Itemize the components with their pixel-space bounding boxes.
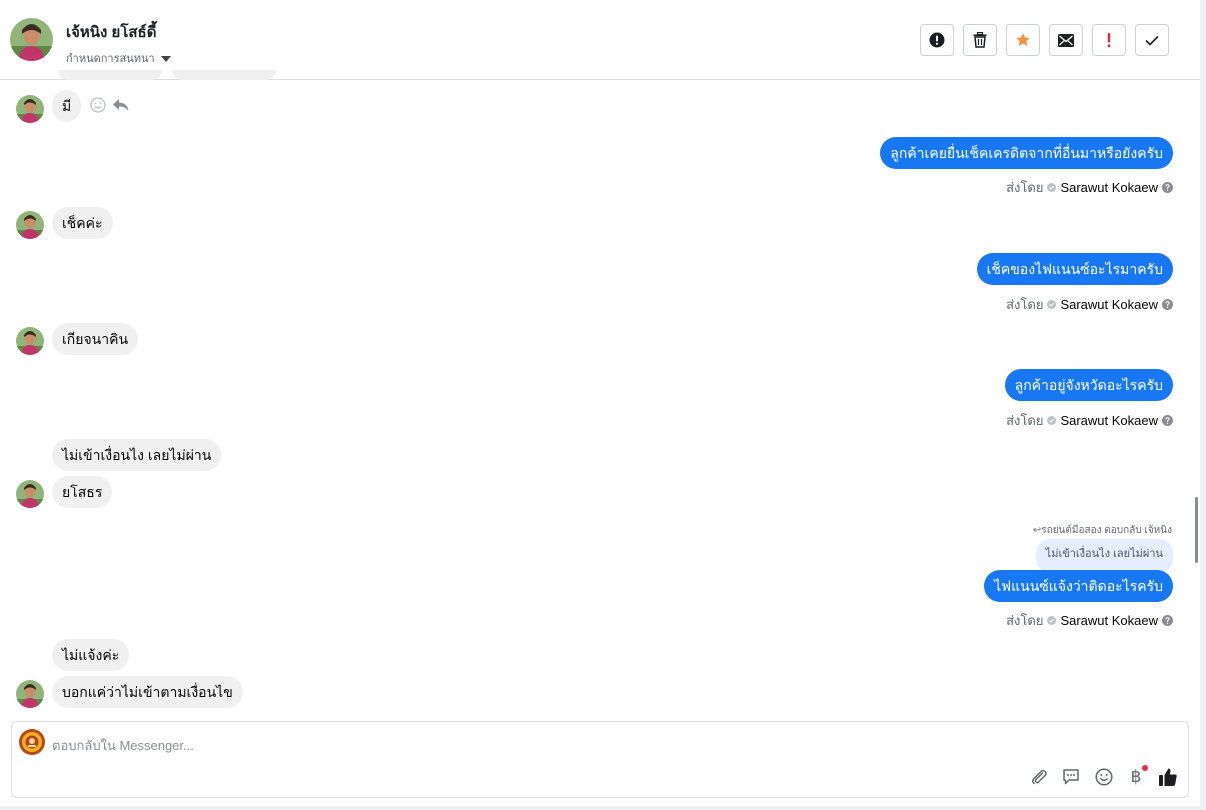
message-bubble-in[interactable]: เกียจนาคิน bbox=[52, 323, 139, 355]
agent-name[interactable]: Sarawut Kokaew bbox=[1060, 613, 1158, 628]
attach-button[interactable] bbox=[1027, 765, 1051, 789]
reply-caption: ↩รถยนต์มือสอง ตอบกลับ เจ้หนิง bbox=[1032, 525, 1172, 536]
message-bubble-out[interactable]: เช็คของไฟแนนซ์อะไรมาครับ bbox=[976, 253, 1173, 285]
star-button[interactable] bbox=[1006, 24, 1040, 56]
baht-icon: ฿ bbox=[1130, 767, 1142, 786]
sent-by-label: ส่งโดย bbox=[1006, 297, 1044, 312]
thumbs-up-icon bbox=[1159, 768, 1177, 786]
agent-name[interactable]: Sarawut Kokaew bbox=[1060, 413, 1158, 428]
verified-icon bbox=[1047, 183, 1057, 192]
sent-by-label: ส่งโดย bbox=[1006, 413, 1044, 428]
message-bubble-in[interactable]: ไม่แจ้งค่ะ bbox=[52, 639, 130, 671]
bottom-frame bbox=[0, 806, 1206, 810]
message-bubble-out[interactable]: ลูกค้าเคยยื่นเช็คเครดิตจากที่อื่นมาหรือย… bbox=[880, 137, 1173, 169]
sent-by-label: ส่งโดย bbox=[1006, 613, 1044, 628]
agent-name[interactable]: Sarawut Kokaew bbox=[1060, 297, 1158, 312]
saved-replies-button[interactable] bbox=[1059, 765, 1083, 789]
paperclip-icon bbox=[1032, 769, 1047, 785]
contact-avatar-small[interactable] bbox=[16, 211, 44, 239]
right-frame bbox=[1200, 0, 1206, 810]
cutoff-message bbox=[58, 70, 162, 80]
delete-button[interactable] bbox=[963, 24, 997, 56]
message-bubble-in[interactable]: บอกแค่ว่าไม่เข้าตามเงื่อนไข bbox=[52, 676, 243, 708]
message-bubble-out[interactable]: ลูกค้าอยู่จังหวัดอะไรครับ bbox=[1004, 369, 1173, 401]
message-bubble-in[interactable]: ไม่เข้าเงื่อนไง เลยไม่ผ่าน bbox=[52, 439, 222, 471]
envelope-icon bbox=[1058, 33, 1074, 47]
contact-avatar-small[interactable] bbox=[16, 680, 44, 708]
done-button[interactable] bbox=[1135, 24, 1169, 56]
checkmark-icon bbox=[1145, 35, 1159, 46]
message-bubble-out[interactable]: ไฟแนนซ์แจ้งว่าติดอะไรครับ bbox=[984, 570, 1173, 602]
message-tools bbox=[90, 97, 130, 113]
cutoff-message bbox=[172, 70, 276, 80]
contact-avatar-small[interactable] bbox=[16, 480, 44, 508]
agent-name[interactable]: Sarawut Kokaew bbox=[1060, 180, 1158, 195]
scrollbar-thumb[interactable] bbox=[1195, 497, 1198, 563]
contact-avatar-small[interactable] bbox=[16, 95, 44, 123]
trash-icon bbox=[973, 32, 987, 48]
mark-unread-button[interactable] bbox=[1049, 24, 1083, 56]
quoted-message[interactable]: ไม่เข้าเงื่อนไง เลยไม่ผ่าน bbox=[1035, 539, 1173, 573]
sent-by-label: ส่งโดย bbox=[1006, 180, 1044, 195]
speech-bubble-icon bbox=[1063, 769, 1079, 785]
notification-dot bbox=[1142, 765, 1148, 771]
message-bubble-in[interactable]: มี bbox=[52, 90, 82, 122]
verified-icon bbox=[1047, 300, 1057, 309]
emoji-reaction-icon[interactable] bbox=[90, 97, 106, 113]
sent-by-line: ส่งโดย Sarawut Kokaew bbox=[1006, 294, 1173, 315]
message-bubble-in[interactable]: เช็คค่ะ bbox=[52, 207, 113, 239]
reply-composer: ฿ bbox=[11, 721, 1189, 798]
contact-avatar-small[interactable] bbox=[16, 327, 44, 355]
conversation-setting-dropdown[interactable]: กำหนดการสนทนา bbox=[66, 49, 171, 67]
follow-up-button[interactable] bbox=[1092, 24, 1126, 56]
sent-by-line: ส่งโดย Sarawut Kokaew bbox=[1006, 410, 1173, 431]
help-icon[interactable] bbox=[1162, 182, 1173, 193]
help-icon[interactable] bbox=[1162, 615, 1173, 626]
emoji-icon bbox=[1095, 768, 1113, 786]
alert-circle-icon bbox=[929, 32, 945, 48]
reply-input[interactable] bbox=[52, 734, 752, 756]
message-bubble-in[interactable]: ยโสธร bbox=[52, 476, 113, 508]
verified-icon bbox=[1047, 416, 1057, 425]
like-button[interactable] bbox=[1156, 765, 1180, 789]
star-icon bbox=[1016, 33, 1030, 46]
help-icon[interactable] bbox=[1162, 299, 1173, 310]
help-icon[interactable] bbox=[1162, 415, 1173, 426]
conversation-setting-label: กำหนดการสนทนา bbox=[66, 53, 155, 65]
caret-down-icon bbox=[160, 56, 171, 63]
reply-icon[interactable] bbox=[112, 97, 130, 113]
contact-name: เจ้หนิง ยโสธ์ดี้ bbox=[66, 24, 157, 41]
contact-avatar[interactable] bbox=[10, 18, 53, 61]
sent-by-line: ส่งโดย Sarawut Kokaew bbox=[1006, 177, 1173, 198]
page-avatar bbox=[19, 729, 45, 755]
emoji-button[interactable] bbox=[1092, 765, 1116, 789]
conversation-header: เจ้หนิง ยโสธ์ดี้ กำหนดการสนทนา bbox=[0, 0, 1200, 80]
report-button[interactable] bbox=[920, 24, 954, 56]
payment-button[interactable]: ฿ bbox=[1124, 765, 1148, 789]
verified-icon bbox=[1047, 616, 1057, 625]
sent-by-line: ส่งโดย Sarawut Kokaew bbox=[1006, 610, 1173, 631]
exclamation-icon bbox=[1107, 33, 1111, 48]
